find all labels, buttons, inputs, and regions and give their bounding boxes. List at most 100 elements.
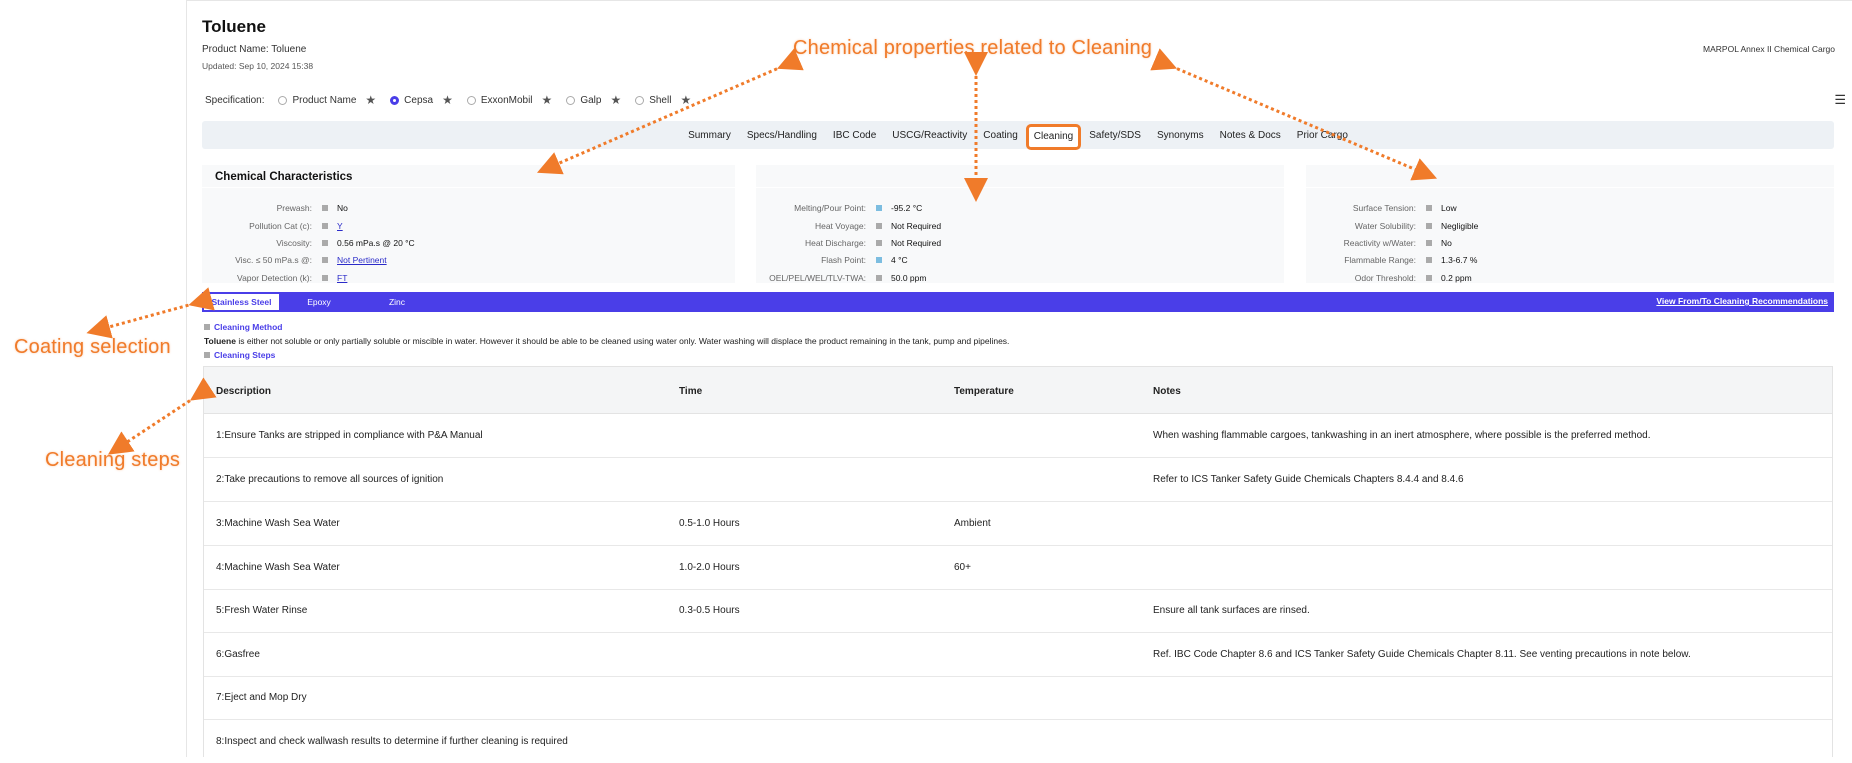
info-icon	[1426, 257, 1432, 263]
characteristics-heading: Chemical Characteristics	[215, 171, 353, 183]
prop-label: Flammable Range:	[1344, 255, 1416, 265]
hamburger-menu-icon[interactable]: ☰	[1834, 92, 1846, 108]
prop-label: Vapor Detection (k):	[237, 273, 312, 283]
cleaning-steps-heading[interactable]: Cleaning Steps	[204, 350, 275, 360]
star-icon[interactable]: ★	[610, 93, 621, 107]
characteristics-panel-2: Melting/Pour Point: -95.2 °C Heat Voyage:…	[756, 165, 1284, 283]
prop-label: Surface Tension:	[1352, 203, 1416, 213]
spec-option-exxonmobil[interactable]: ExxonMobil ★	[459, 93, 552, 107]
prop-value: 0.2 ppm	[1441, 273, 1472, 283]
table-row: 5:Fresh Water Rinse 0.3-0.5 Hours Ensure…	[204, 589, 1832, 633]
cell-time: 0.5-1.0 Hours	[679, 518, 740, 529]
updated-line: Updated: Sep 10, 2024 15:38	[202, 61, 314, 71]
column-header-notes[interactable]: Notes	[1153, 386, 1181, 397]
radio-selected-icon[interactable]	[390, 95, 400, 105]
prop-value: 4 °C	[891, 255, 908, 265]
info-icon	[876, 275, 882, 281]
product-category: MARPOL Annex II Chemical Cargo	[1703, 44, 1835, 54]
product-title: Toluene	[202, 17, 266, 36]
tab-coating[interactable]: Coating	[975, 121, 1025, 150]
radio-icon[interactable]	[278, 95, 288, 105]
cell-notes: Ref. IBC Code Chapter 8.6 and ICS Tanker…	[1153, 649, 1691, 660]
table-row: 4:Machine Wash Sea Water 1.0-2.0 Hours 6…	[204, 546, 1832, 590]
tab-prior-cargo[interactable]: Prior Cargo	[1289, 121, 1356, 150]
tab-safety-sds[interactable]: Safety/SDS	[1081, 121, 1149, 150]
coating-selection-bar: Stainless Steel Epoxy Zinc View From/To …	[202, 292, 1834, 312]
prop-value-link[interactable]: Not Pertinent	[337, 255, 387, 265]
column-header-description[interactable]: Description	[216, 386, 271, 397]
table-row: 1:Ensure Tanks are stripped in complianc…	[204, 414, 1832, 458]
prop-label: Flash Point:	[821, 255, 866, 265]
tab-bar: Summary Specs/Handling IBC Code USCG/Rea…	[202, 121, 1834, 150]
section-title: Cleaning Method	[214, 322, 283, 332]
column-header-temperature[interactable]: Temperature	[954, 386, 1014, 397]
collapse-icon[interactable]	[204, 352, 210, 358]
tab-ibc-code[interactable]: IBC Code	[825, 121, 884, 150]
cell-description: 6:Gasfree	[216, 649, 260, 660]
star-icon[interactable]: ★	[442, 93, 453, 107]
info-icon	[322, 223, 328, 229]
prop-value: 50.0 ppm	[891, 273, 927, 283]
arrow-to-coating-bar	[86, 287, 215, 339]
collapse-icon[interactable]	[204, 324, 210, 330]
radio-icon[interactable]	[566, 95, 576, 105]
annotation-cleaning-steps: Cleaning steps	[45, 449, 181, 471]
spec-option-label: Cepsa	[404, 94, 434, 106]
cleaning-method-text: Toluene is either not soluble or only pa…	[204, 336, 1009, 346]
info-icon	[876, 257, 882, 263]
prop-label: Heat Voyage:	[814, 221, 866, 231]
tab-synonyms[interactable]: Synonyms	[1149, 121, 1212, 150]
specification-label: Specification:	[205, 94, 265, 106]
info-icon	[1426, 275, 1432, 281]
radio-icon[interactable]	[635, 95, 645, 105]
cell-time: 0.3-0.5 Hours	[679, 605, 740, 616]
info-icon	[876, 223, 882, 229]
info-icon	[1426, 223, 1432, 229]
cleaning-method-heading[interactable]: Cleaning Method	[204, 322, 282, 332]
coating-tab-epoxy[interactable]: Epoxy	[280, 293, 358, 311]
tab-specs-handling[interactable]: Specs/Handling	[739, 121, 825, 150]
section-title: Cleaning Steps	[214, 350, 276, 360]
prop-label: Prewash:	[276, 203, 312, 213]
star-icon[interactable]: ★	[680, 93, 691, 107]
spec-option-shell[interactable]: Shell ★	[627, 93, 691, 107]
prop-value: Low	[1441, 203, 1457, 213]
spec-option-galp[interactable]: Galp ★	[558, 93, 621, 107]
spec-option-label: ExxonMobil	[480, 94, 533, 106]
tab-notes-docs[interactable]: Notes & Docs	[1212, 121, 1289, 150]
table-row: 3:Machine Wash Sea Water 0.5-1.0 Hours A…	[204, 502, 1832, 546]
prop-value-link[interactable]: FT	[337, 273, 347, 283]
coating-tab-stainless-steel[interactable]: Stainless Steel	[203, 293, 280, 311]
prop-value: Not Required	[891, 238, 942, 248]
info-icon	[322, 205, 328, 211]
info-icon	[1426, 205, 1432, 211]
product-name-line: Product Name: Toluene	[202, 44, 307, 55]
table-row: 7:Eject and Mop Dry	[204, 676, 1832, 720]
annotation-coating-selection: Coating selection	[14, 336, 171, 358]
tab-cleaning[interactable]: Cleaning	[1025, 124, 1082, 150]
tab-summary[interactable]: Summary	[680, 121, 739, 150]
spec-option-product-name[interactable]: Product Name ★	[270, 93, 376, 107]
prop-label: Odor Threshold:	[1354, 273, 1416, 283]
star-icon[interactable]: ★	[542, 93, 553, 107]
cell-description: 5:Fresh Water Rinse	[216, 605, 308, 616]
cell-time: 1.0-2.0 Hours	[679, 562, 740, 573]
cell-notes: Ensure all tank surfaces are rinsed.	[1153, 605, 1310, 616]
cell-notes: Refer to ICS Tanker Safety Guide Chemica…	[1153, 474, 1464, 485]
cell-description: 1:Ensure Tanks are stripped in complianc…	[216, 430, 483, 441]
cell-temperature: 60+	[954, 562, 971, 573]
star-icon[interactable]: ★	[365, 93, 376, 107]
spec-option-cepsa[interactable]: Cepsa ★	[382, 93, 453, 107]
radio-icon[interactable]	[466, 95, 476, 105]
cell-temperature: Ambient	[954, 518, 991, 529]
tab-uscg-reactivity[interactable]: USCG/Reactivity	[884, 121, 975, 150]
info-icon	[1426, 240, 1432, 246]
prop-label: Reactivity w/Water:	[1343, 238, 1416, 248]
prop-value-link[interactable]: Y	[337, 221, 343, 231]
cell-description: 2:Take precautions to remove all sources…	[216, 474, 444, 485]
coating-tab-zinc[interactable]: Zinc	[358, 293, 436, 311]
prop-value: No	[1441, 238, 1452, 248]
view-cleaning-recommendations-link[interactable]: View From/To Cleaning Recommendations	[1656, 296, 1828, 306]
column-header-time[interactable]: Time	[679, 386, 702, 397]
characteristics-panel-1: Chemical Characteristics Prewash: No Poll…	[202, 165, 735, 283]
